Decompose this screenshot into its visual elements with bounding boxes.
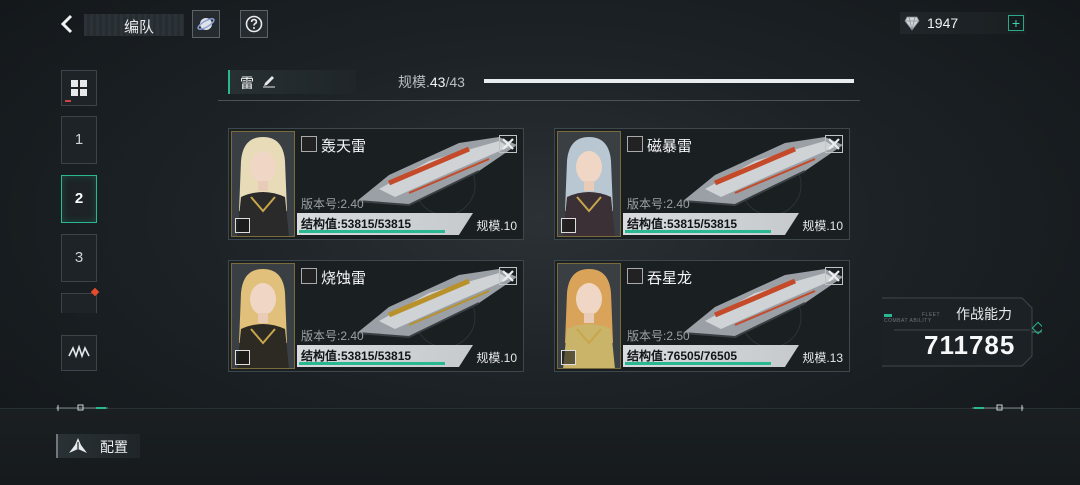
remove-ship-button[interactable] — [499, 135, 517, 153]
power-label: 作战能力 — [956, 306, 1012, 322]
ship-image — [356, 137, 517, 216]
ship-card[interactable]: 轰天雷 版本号:2.40 结构值:53815/53815 规模.10 — [228, 128, 524, 240]
crystal-icon — [904, 16, 920, 31]
ship-type-icon — [301, 136, 317, 152]
fleet-tag: FLEET COMBAT ABILITY — [884, 312, 941, 324]
close-icon — [502, 270, 514, 282]
scale-max: /43 — [445, 74, 465, 90]
question-icon — [245, 15, 263, 33]
close-icon — [502, 138, 514, 150]
ship-image — [356, 269, 517, 348]
help-button[interactable] — [240, 10, 268, 38]
ship-scale: 规模.10 — [476, 351, 517, 365]
ship-version: 版本号:2.40 — [301, 197, 364, 211]
bottom-right-ornament — [972, 404, 1024, 411]
page-title: 编队 — [124, 19, 155, 36]
back-button[interactable] — [56, 12, 80, 36]
planet-icon — [197, 18, 215, 30]
fleet-tab-1[interactable]: 1 — [61, 116, 97, 164]
ship-image — [682, 137, 843, 216]
structure-bar — [625, 230, 771, 233]
currency-value: 1947 — [927, 15, 959, 31]
currency-display: 1947 + — [900, 12, 1026, 34]
ship-config-icon — [69, 438, 87, 453]
ship-card[interactable]: 磁暴雷 版本号:2.40 结构值:53815/53815 规模.10 — [554, 128, 850, 240]
ship-version: 版本号:2.40 — [627, 197, 690, 211]
ship-card[interactable]: 吞星龙 版本号:2.50 结构值:76505/76505 规模.13 — [554, 260, 850, 372]
structure-bar — [625, 362, 771, 365]
formation-tab[interactable] — [61, 335, 97, 371]
ship-name: 吞星龙 — [647, 270, 693, 287]
add-currency-button[interactable]: + — [1008, 15, 1024, 31]
ship-image — [682, 269, 843, 348]
fleet-name: 雷 — [240, 75, 254, 91]
ship-scale: 规模.10 — [476, 219, 517, 233]
scale-label: 规模. — [398, 74, 430, 90]
close-icon — [828, 270, 840, 282]
grid-view-tab[interactable] — [61, 70, 97, 106]
fleet-tab-3[interactable]: 3 — [61, 234, 97, 282]
ship-scale: 规模.10 — [802, 219, 843, 233]
structure-bar — [299, 362, 445, 365]
bottom-left-ornament — [56, 404, 108, 411]
ship-card[interactable]: 烧蚀雷 版本号:2.40 结构值:53815/53815 规模.10 — [228, 260, 524, 372]
ship-scale: 规模.13 — [802, 351, 843, 365]
config-button[interactable]: 配置 — [56, 434, 140, 458]
chevron-left-icon — [60, 14, 73, 34]
ship-type-icon — [301, 268, 317, 284]
header-divider — [218, 100, 860, 101]
ship-type-icon — [627, 136, 643, 152]
close-icon — [828, 138, 840, 150]
wave-icon — [68, 344, 90, 359]
remove-ship-button[interactable] — [825, 267, 843, 285]
ship-name: 磁暴雷 — [647, 138, 693, 155]
class-badge-icon — [561, 218, 576, 233]
fleet-scale: 规模.43/43 — [398, 72, 465, 92]
structure-bar — [299, 230, 445, 233]
ship-version: 版本号:2.50 — [627, 329, 690, 343]
pencil-icon[interactable] — [262, 74, 276, 88]
config-label: 配置 — [100, 439, 128, 455]
scale-progress-fill — [484, 79, 854, 83]
class-badge-icon — [235, 350, 250, 365]
scale-current: 43 — [429, 74, 446, 90]
power-value: 711785 — [924, 330, 1016, 360]
fleet-planet-button[interactable] — [192, 10, 220, 38]
class-badge-icon — [561, 350, 576, 365]
fleet-tab-2[interactable]: 2 — [61, 175, 97, 223]
remove-ship-button[interactable] — [499, 267, 517, 285]
remove-ship-button[interactable] — [825, 135, 843, 153]
class-badge-icon — [235, 218, 250, 233]
fleet-tab-4-partial[interactable] — [61, 293, 97, 313]
scale-progress-bar — [484, 79, 854, 83]
fleet-name-box[interactable]: 雷 — [228, 70, 356, 94]
ship-name: 轰天雷 — [321, 138, 367, 155]
ship-version: 版本号:2.40 — [301, 329, 364, 343]
ship-name: 烧蚀雷 — [321, 270, 367, 287]
ship-type-icon — [627, 268, 643, 284]
bottom-bar — [0, 408, 1080, 485]
